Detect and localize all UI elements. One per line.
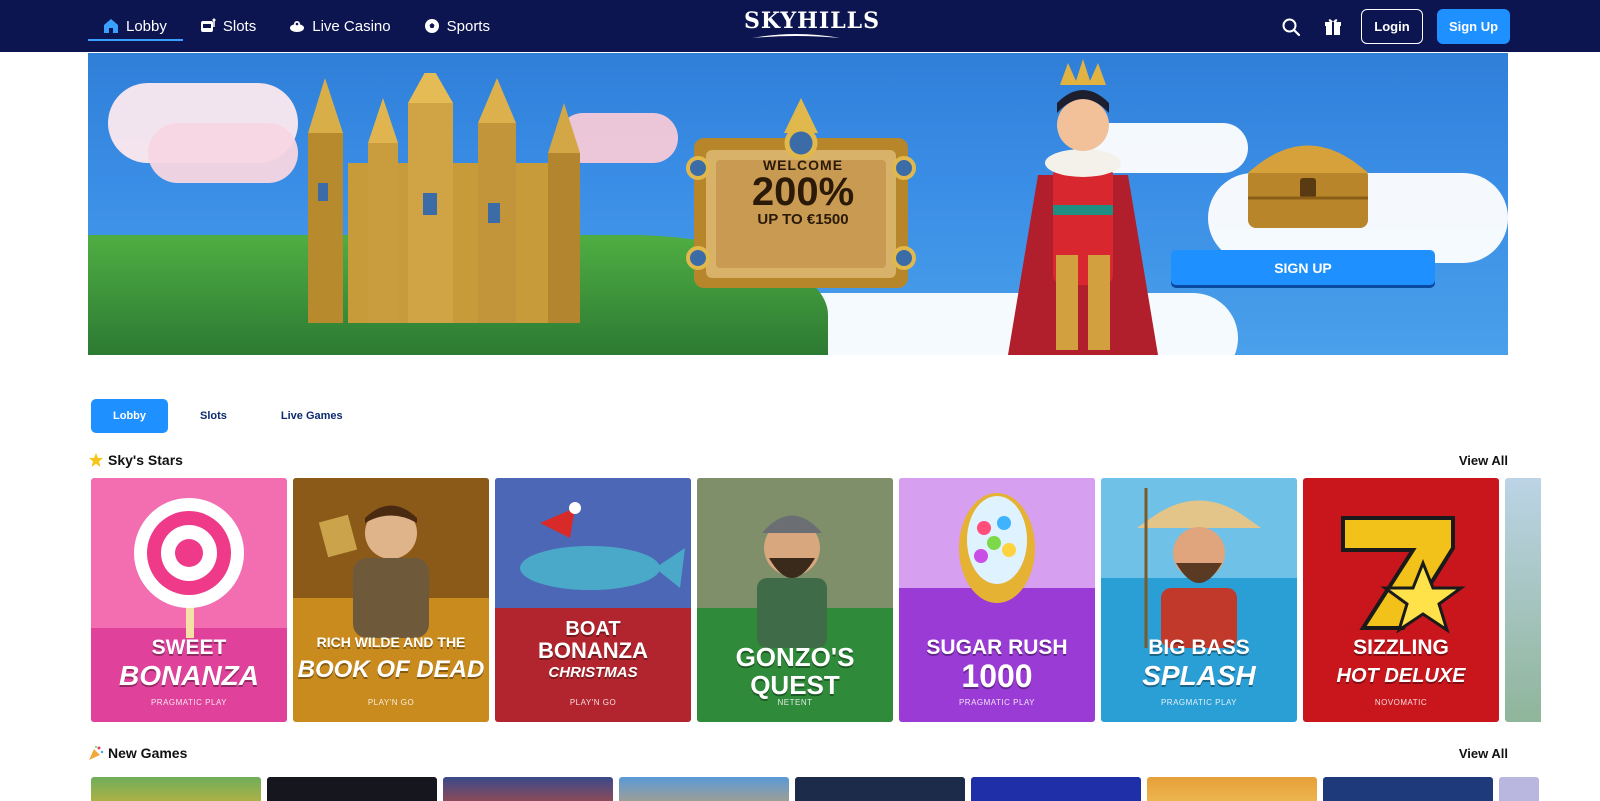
bonus-percent: 200% xyxy=(751,170,855,214)
castle-illustration xyxy=(308,73,580,323)
gift-icon[interactable] xyxy=(1319,13,1347,41)
game-title-line1: SIZZLING xyxy=(1353,636,1449,659)
game-title-line1: BIG BASS xyxy=(1148,636,1250,659)
game-title-line2: HOT DELUXE xyxy=(1336,665,1466,687)
section-title: Sky's Stars xyxy=(88,452,183,468)
game-card-boat-bonanza[interactable]: BOAT BONANZA CHRISTMAS PLAY'N GO xyxy=(495,478,691,722)
game-provider: PRAGMATIC PLAY xyxy=(150,698,228,707)
home-icon xyxy=(102,17,120,35)
game-title-line2: BOOK OF DEAD xyxy=(297,656,485,683)
search-icon[interactable] xyxy=(1277,13,1305,41)
game-title: SIZZLING HOT DELUXE xyxy=(1303,634,1499,690)
main-nav: Lobby Slots Live Casino Sports xyxy=(88,0,506,52)
game-card-partial[interactable] xyxy=(1505,478,1541,722)
game-title: GONZO'S QUEST xyxy=(697,643,893,699)
new-game-card[interactable] xyxy=(267,777,437,801)
game-title: SWEET BONANZA xyxy=(91,634,287,690)
tab-lobby[interactable]: Lobby xyxy=(91,399,168,433)
nav-lobby[interactable]: Lobby xyxy=(88,0,183,52)
new-game-card[interactable] xyxy=(443,777,613,801)
game-title: RICH WILDE AND THE BOOK OF DEAD xyxy=(293,628,489,684)
hero-signup-button[interactable]: SIGN UP xyxy=(1171,250,1435,285)
star-icon xyxy=(88,452,104,468)
chip-icon xyxy=(288,17,306,35)
game-carousel-stars: SWEET BONANZA PRAGMATIC PLAY RICH WILDE … xyxy=(91,478,1541,722)
game-card-sizzling-hot[interactable]: SIZZLING HOT DELUXE NOVOMATIC xyxy=(1303,478,1499,722)
bonus-max: UP TO €1500 xyxy=(757,211,849,228)
header-actions: Login Sign Up xyxy=(1277,9,1510,44)
new-game-card[interactable] xyxy=(971,777,1141,801)
login-button[interactable]: Login xyxy=(1361,9,1423,44)
game-title-line1: SWEET xyxy=(151,636,227,659)
site-logo[interactable]: SKYHILLS xyxy=(744,8,881,46)
signup-button[interactable]: Sign Up xyxy=(1437,9,1510,44)
nav-lobby-label: Lobby xyxy=(126,17,167,35)
game-card-big-bass-splash[interactable]: BIG BASS SPLASH PRAGMATIC PLAY xyxy=(1101,478,1297,722)
new-game-card[interactable] xyxy=(1147,777,1317,801)
nav-slots[interactable]: Slots xyxy=(183,0,272,52)
game-title-line2: SPLASH xyxy=(1142,660,1256,691)
game-card-book-of-dead[interactable]: RICH WILDE AND THE BOOK OF DEAD PLAY'N G… xyxy=(293,478,489,722)
game-category-tabs: Lobby Slots Live Games xyxy=(91,399,365,433)
tab-live-games[interactable]: Live Games xyxy=(259,399,365,433)
nav-sports-label: Sports xyxy=(446,17,490,35)
game-provider: PLAY'N GO xyxy=(569,698,617,707)
soccer-ball-icon xyxy=(423,17,441,35)
game-title-line2: BONANZA xyxy=(538,638,648,663)
slot-machine-icon xyxy=(199,17,217,35)
section-header-stars: Sky's Stars View All xyxy=(88,452,1508,468)
game-provider: NETENT xyxy=(777,698,813,707)
nav-slots-label: Slots xyxy=(222,17,257,35)
bonus-offer-text: WELCOME 200% UP TO €1500 xyxy=(728,157,878,228)
game-title-line2: BONANZA xyxy=(119,660,259,691)
nav-live-casino[interactable]: Live Casino xyxy=(272,0,406,52)
game-card-sugar-rush[interactable]: SUGAR RUSH 1000 PRAGMATIC PLAY xyxy=(899,478,1095,722)
game-title: BIG BASS SPLASH xyxy=(1101,634,1297,690)
stars-title: Sky's Stars xyxy=(108,452,183,468)
game-title-line2: 1000 xyxy=(961,658,1033,694)
logo-text: SKYHILLS xyxy=(744,8,881,34)
treasure-chest-illustration xyxy=(1248,145,1368,228)
game-title-line1: GONZO'S QUEST xyxy=(735,642,855,700)
top-navigation-bar: Lobby Slots Live Casino Sports SKYHILLS xyxy=(0,0,1600,52)
tab-slots[interactable]: Slots xyxy=(178,399,249,433)
nav-sports[interactable]: Sports xyxy=(407,0,506,52)
king-character-illustration xyxy=(1008,59,1158,355)
game-title: BOAT BONANZA CHRISTMAS xyxy=(495,618,691,684)
new-game-card[interactable] xyxy=(91,777,261,801)
game-card-sweet-bonanza[interactable]: SWEET BONANZA PRAGMATIC PLAY xyxy=(91,478,287,722)
new-games-title: New Games xyxy=(108,745,188,761)
game-provider: PRAGMATIC PLAY xyxy=(1160,698,1238,707)
game-card-gonzos-quest[interactable]: GONZO'S QUEST NETENT xyxy=(697,478,893,722)
new-game-card-partial[interactable] xyxy=(1499,777,1539,801)
game-provider: NOVOMATIC xyxy=(1374,698,1428,707)
new-game-card[interactable] xyxy=(1323,777,1493,801)
game-artwork xyxy=(293,478,489,722)
section-title: New Games xyxy=(88,745,187,761)
game-provider: PRAGMATIC PLAY xyxy=(958,698,1036,707)
game-title-line3: CHRISTMAS xyxy=(548,664,638,681)
game-title: SUGAR RUSH 1000 xyxy=(899,634,1095,694)
game-title-line1: RICH WILDE AND THE xyxy=(316,634,466,650)
party-icon xyxy=(88,745,104,761)
cloud-decoration xyxy=(148,123,298,183)
view-all-new-link[interactable]: View All xyxy=(1459,746,1508,761)
new-game-card[interactable] xyxy=(619,777,789,801)
welcome-bonus-banner[interactable]: WELCOME 200% UP TO €1500 SIGN UP xyxy=(88,53,1508,355)
section-header-new: New Games View All xyxy=(88,745,1508,761)
new-game-card[interactable] xyxy=(795,777,965,801)
view-all-stars-link[interactable]: View All xyxy=(1459,453,1508,468)
game-provider: PLAY'N GO xyxy=(367,698,415,707)
game-title-line1: BOAT xyxy=(565,618,621,640)
nav-live-casino-label: Live Casino xyxy=(312,17,391,35)
game-artwork xyxy=(495,478,691,722)
game-carousel-new xyxy=(91,777,1541,801)
